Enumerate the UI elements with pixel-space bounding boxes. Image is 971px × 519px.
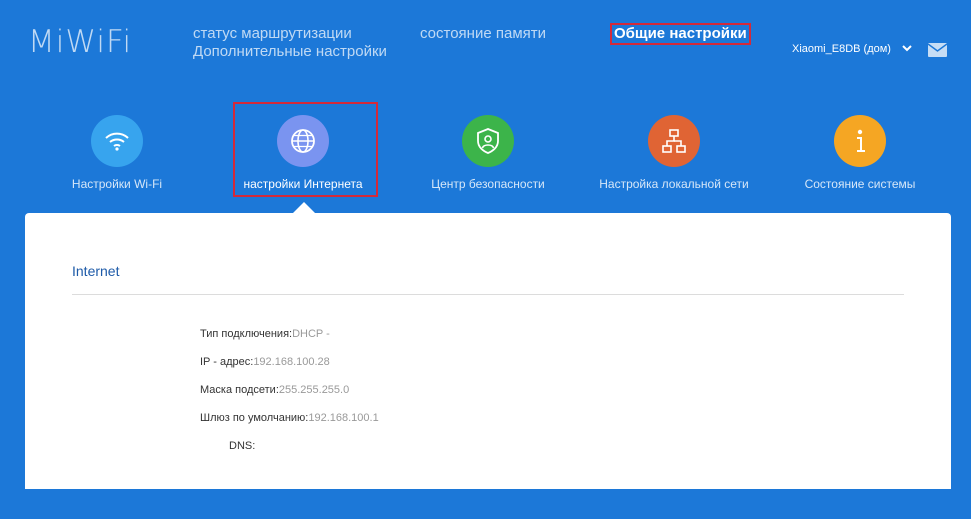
chevron-down-icon[interactable] <box>900 42 914 54</box>
tile-internet-settings[interactable]: настройки Интернета <box>213 110 393 191</box>
tile-lan-circle <box>648 115 700 167</box>
subnet-mask-value: 255.255.255.0 <box>278 384 350 396</box>
router-name-dropdown[interactable]: Xiaomi_E8DB (дом) <box>792 43 891 55</box>
tile-system-circle <box>834 115 886 167</box>
shield-icon <box>477 128 499 154</box>
nav-storage-status[interactable]: состояние памяти <box>420 25 546 42</box>
default-gateway-row: Шлюз по умолчанию:192.168.100.1 <box>200 412 379 424</box>
miwifi-logo: MiWiFi <box>28 24 133 60</box>
ip-address-label: IP - адрес: <box>200 356 254 368</box>
subnet-mask-row: Маска подсети:255.255.255.0 <box>200 384 349 396</box>
tile-internet-circle <box>277 115 329 167</box>
settings-tiles: Настройки Wi-Fi настройки Интернета Цент… <box>0 110 971 200</box>
mail-icon[interactable] <box>928 43 947 57</box>
tile-internet-label: настройки Интернета <box>243 177 363 191</box>
ip-address-row: IP - адрес:192.168.100.28 <box>200 356 330 368</box>
nav-general-settings[interactable]: Общие настройки <box>610 23 751 45</box>
info-icon <box>857 129 865 152</box>
panel-divider <box>72 294 904 295</box>
tile-security-label: Центр безопасности <box>431 177 545 191</box>
network-icon <box>662 129 686 153</box>
tile-wifi-label: Настройки Wi-Fi <box>71 177 163 191</box>
nav-routing-status[interactable]: статус маршрутизации <box>193 25 352 42</box>
connection-type-label: Тип подключения: <box>200 328 293 340</box>
dns-row: DNS: <box>229 440 255 452</box>
panel-title: Internet <box>72 263 120 279</box>
subnet-mask-label: Маска подсети: <box>200 384 279 396</box>
connection-type-row: Тип подключения:DHCP - <box>200 328 330 340</box>
tile-security-center[interactable]: Центр безопасности <box>398 110 578 191</box>
globe-icon <box>291 129 315 153</box>
tile-system-label: Состояние системы <box>804 177 916 191</box>
connection-type-value: DHCP - <box>292 328 330 340</box>
nav-advanced-settings[interactable]: Дополнительные настройки <box>193 43 387 60</box>
tile-lan-label: Настройка локальной сети <box>599 177 749 191</box>
internet-info-panel: Internet Тип подключения:DHCP - IP - адр… <box>25 213 951 489</box>
default-gateway-label: Шлюз по умолчанию: <box>200 412 309 424</box>
tile-system-status[interactable]: Состояние системы <box>770 110 950 191</box>
tile-lan-settings[interactable]: Настройка локальной сети <box>584 110 764 191</box>
default-gateway-value: 192.168.100.1 <box>308 412 379 424</box>
tile-wifi-settings[interactable]: Настройки Wi-Fi <box>27 110 207 191</box>
wifi-icon <box>105 132 129 151</box>
ip-address-value: 192.168.100.28 <box>253 356 330 368</box>
dns-label: DNS: <box>229 440 256 452</box>
tile-wifi-circle <box>91 115 143 167</box>
active-tile-pointer <box>293 202 315 213</box>
tile-security-circle <box>462 115 514 167</box>
